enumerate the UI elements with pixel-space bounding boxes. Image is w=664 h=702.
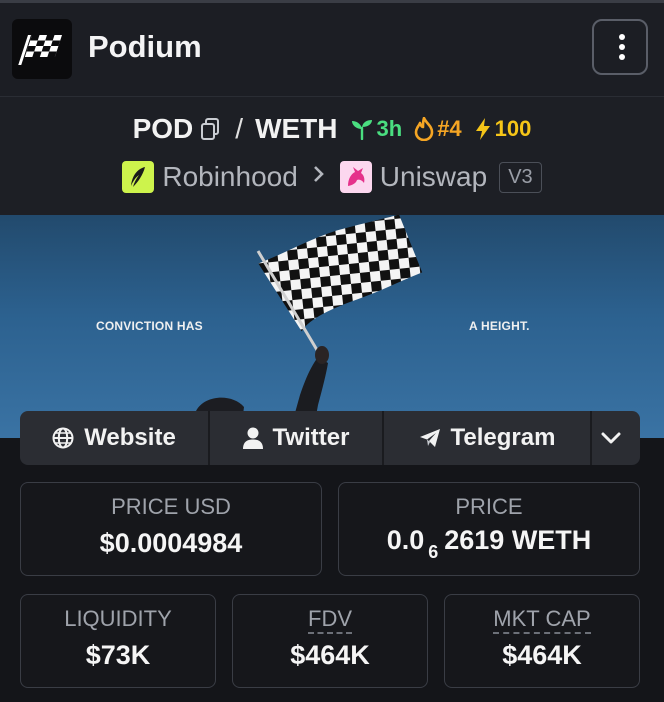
twitter-link-button[interactable]: Twitter (210, 411, 384, 465)
telegram-label: Telegram (450, 424, 556, 451)
copy-icon[interactable] (199, 117, 221, 141)
website-label: Website (84, 424, 176, 451)
chevron-down-icon (601, 432, 621, 444)
chain-name[interactable]: Robinhood (162, 161, 297, 193)
mkt-cap-label[interactable]: MKT CAP (493, 606, 591, 634)
mkt-cap-card[interactable]: MKT CAP $464K (444, 594, 640, 688)
banner-text-right: A HEIGHT. (469, 319, 530, 333)
price-usd-value: $0.0004984 (99, 528, 243, 558)
menu-dot (619, 54, 625, 60)
price-native-suffix: 2619 WETH (444, 525, 592, 555)
kebab-menu-button[interactable] (592, 19, 648, 75)
lightning-icon (475, 118, 490, 140)
checkered-flag-logo-icon (12, 19, 72, 79)
boost-badge[interactable]: 100 (474, 116, 532, 142)
liquidity-card: LIQUIDITY $73K (20, 594, 216, 688)
flame-icon (414, 117, 434, 141)
price-usd-card: PRICE USD $0.0004984 (20, 482, 322, 576)
telegram-link-button[interactable]: Telegram (384, 411, 592, 465)
pair-separator: / (235, 113, 244, 144)
mkt-cap-value: $464K (502, 640, 582, 670)
globe-icon (52, 427, 74, 449)
twitter-label: Twitter (272, 424, 350, 451)
token-banner-image: CONVICTION HAS A HEIGHT. (0, 215, 664, 438)
banner-text-left: CONVICTION HAS (96, 319, 203, 333)
liquidity-label: LIQUIDITY (64, 606, 172, 631)
pair-age-badge: 3h (350, 116, 403, 142)
menu-dot (619, 44, 625, 50)
app-title: Podium (88, 29, 202, 64)
price-usd-label: PRICE USD (111, 494, 231, 519)
liquidity-value: $73K (85, 640, 151, 670)
price-native-card: PRICE 0.0 6 2619 WETH (338, 482, 640, 576)
dex-row: Robinhood Uniswap V3 (0, 159, 664, 195)
app-header: Podium (0, 3, 664, 96)
price-native-value: 0.0 6 2619 WETH (339, 525, 639, 562)
more-links-button[interactable] (592, 411, 640, 465)
robinhood-feather-icon (122, 161, 155, 193)
mkt-cap-label-wrap: MKT CAP (445, 606, 639, 634)
boost-text: 100 (494, 116, 532, 141)
price-native-zero-count: 6 (428, 542, 439, 562)
user-icon (242, 427, 263, 449)
quote-token-symbol: WETH (255, 113, 338, 144)
dex-version-badge: V3 (499, 161, 542, 193)
pair-age-text: 3h (376, 116, 403, 141)
social-links-bar: Website Twitter Telegram (20, 411, 640, 465)
chevron-right-icon (312, 163, 326, 191)
fdv-card[interactable]: FDV $464K (232, 594, 428, 688)
fdv-label[interactable]: FDV (308, 606, 352, 634)
website-link-button[interactable]: Website (20, 411, 210, 465)
price-native-label: PRICE (455, 494, 523, 519)
price-native-prefix: 0.0 (386, 525, 425, 555)
menu-dot (619, 34, 625, 40)
trending-rank-text: #4 (437, 116, 462, 141)
base-token-symbol: POD (132, 113, 194, 144)
unicorn-icon (339, 161, 372, 193)
fdv-value: $464K (290, 640, 370, 670)
trending-rank-badge[interactable]: #4 (414, 116, 462, 142)
pair-info-bar: POD / WETH 3h #4 100 Robinhood Uniswap V… (0, 96, 664, 216)
seedling-icon (351, 120, 372, 140)
fdv-label-wrap: FDV (233, 606, 427, 634)
pair-row: POD / WETH 3h #4 100 (0, 111, 664, 147)
paper-plane-icon (419, 429, 440, 447)
exchange-name[interactable]: Uniswap (380, 161, 487, 193)
